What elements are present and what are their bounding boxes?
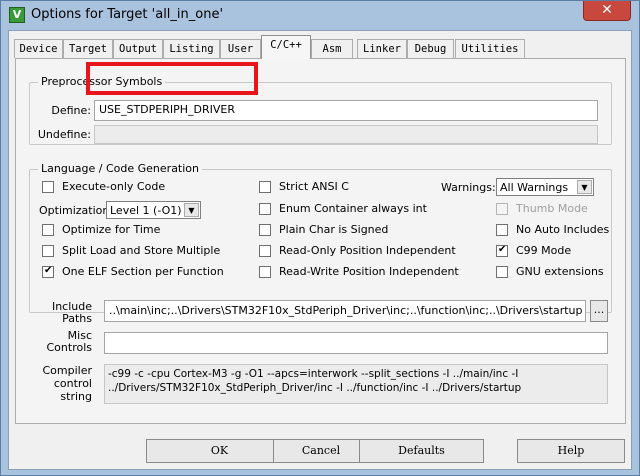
tab-target[interactable]: Target bbox=[63, 39, 113, 58]
define-label: Define: bbox=[51, 104, 91, 117]
enum-container-checkbox[interactable]: Enum Container always int bbox=[259, 201, 439, 217]
close-button[interactable]: ✕ bbox=[583, 1, 631, 21]
execute-only-box[interactable] bbox=[42, 181, 54, 193]
execute-only-checkbox[interactable]: Execute-only Code bbox=[42, 179, 242, 195]
compiler-label-line-1: Compiler bbox=[42, 364, 92, 377]
optimize-time-label: Optimize for Time bbox=[62, 223, 161, 236]
optimization-value: Level 1 (-O1) bbox=[110, 204, 182, 217]
ro-pi-box[interactable] bbox=[259, 245, 271, 257]
enum-container-label: Enum Container always int bbox=[279, 202, 427, 215]
defaults-button[interactable]: Defaults bbox=[359, 439, 484, 463]
chevron-down-icon[interactable]: ▼ bbox=[577, 180, 592, 194]
execute-only-label: Execute-only Code bbox=[62, 180, 166, 193]
tab-c-cpp[interactable]: C/C++ bbox=[261, 35, 311, 59]
strict-ansi-box[interactable] bbox=[259, 181, 271, 193]
plain-char-box[interactable] bbox=[259, 224, 271, 236]
tab-listing[interactable]: Listing bbox=[163, 39, 220, 58]
gnu-extensions-box[interactable] bbox=[496, 266, 508, 278]
tab-asm[interactable]: Asm bbox=[311, 39, 353, 58]
app-icon: V bbox=[9, 7, 25, 23]
language-legend: Language / Code Generation bbox=[38, 162, 203, 175]
undefine-label: Undefine: bbox=[37, 128, 91, 141]
rw-pi-label: Read-Write Position Independent bbox=[279, 265, 459, 278]
tab-output[interactable]: Output bbox=[113, 39, 163, 58]
compiler-line-1: -c99 -c -cpu Cortex-M3 -g -O1 --apcs=int… bbox=[108, 368, 519, 380]
define-input[interactable]: USE_STDPERIPH_DRIVER bbox=[94, 100, 598, 121]
misc-controls-input[interactable] bbox=[104, 332, 608, 354]
plain-char-checkbox[interactable]: Plain Char is Signed bbox=[259, 222, 439, 238]
title-bar[interactable]: V Options for Target 'all_in_one' ✕ bbox=[1, 1, 639, 29]
options-dialog: V Options for Target 'all_in_one' ✕ Devi… bbox=[0, 0, 640, 476]
include-paths-label: Include Paths bbox=[30, 301, 92, 325]
split-load-box[interactable] bbox=[42, 245, 54, 257]
compiler-label-line-2: control bbox=[53, 377, 92, 390]
tab-debug[interactable]: Debug bbox=[407, 39, 454, 58]
help-button[interactable]: Help bbox=[517, 439, 625, 463]
misc-controls-label: Misc Controls bbox=[30, 330, 93, 354]
optimize-time-box[interactable] bbox=[42, 224, 54, 236]
rw-pi-checkbox[interactable]: Read-Write Position Independent bbox=[259, 264, 459, 280]
ok-button[interactable]: OK bbox=[146, 439, 293, 463]
enum-container-box[interactable] bbox=[259, 203, 271, 215]
thumb-mode-checkbox[interactable]: Thumb Mode bbox=[496, 201, 606, 217]
compiler-control-string[interactable]: -c99 -c -cpu Cortex-M3 -g -O1 --apcs=int… bbox=[104, 364, 608, 404]
thumb-mode-box[interactable] bbox=[496, 203, 508, 215]
one-elf-label: One ELF Section per Function bbox=[62, 265, 224, 278]
undefine-input[interactable] bbox=[94, 125, 598, 144]
no-auto-includes-box[interactable] bbox=[496, 224, 508, 236]
ro-pi-label: Read-Only Position Independent bbox=[279, 244, 456, 257]
gnu-extensions-checkbox[interactable]: GNU extensions bbox=[496, 264, 606, 280]
dialog-client: Device Target Output Listing User C/C++ … bbox=[8, 30, 632, 470]
ro-pi-checkbox[interactable]: Read-Only Position Independent bbox=[259, 243, 456, 259]
plain-char-label: Plain Char is Signed bbox=[279, 223, 389, 236]
warnings-label: Warnings: bbox=[441, 181, 496, 194]
split-load-checkbox[interactable]: Split Load and Store Multiple bbox=[42, 243, 242, 259]
thumb-mode-label: Thumb Mode bbox=[516, 202, 588, 215]
browse-include-button[interactable]: ... bbox=[590, 300, 608, 322]
c99-mode-checkbox[interactable]: C99 Mode bbox=[496, 243, 606, 259]
tab-linker[interactable]: Linker bbox=[357, 39, 407, 58]
rw-pi-box[interactable] bbox=[259, 266, 271, 278]
one-elf-box[interactable] bbox=[42, 265, 54, 278]
chevron-down-icon[interactable]: ▼ bbox=[184, 203, 199, 217]
misc-label-line-2: Controls bbox=[46, 341, 93, 354]
compiler-label-line-3: string bbox=[60, 390, 92, 403]
strict-ansi-label: Strict ANSI C bbox=[279, 180, 349, 193]
optimization-select[interactable]: Level 1 (-O1) ▼ bbox=[106, 201, 201, 219]
cancel-button[interactable]: Cancel bbox=[273, 439, 369, 463]
tab-utilities[interactable]: Utilities bbox=[455, 39, 525, 58]
compiler-line-2: ../Drivers/STM32F10x_StdPeriph_Driver/in… bbox=[108, 382, 522, 394]
no-auto-includes-label: No Auto Includes bbox=[516, 223, 610, 236]
window-title: Options for Target 'all_in_one' bbox=[31, 7, 224, 22]
cpp-tab-panel: Preprocessor Symbols Define: USE_STDPERI… bbox=[15, 58, 626, 424]
warnings-select[interactable]: All Warnings ▼ bbox=[496, 178, 594, 196]
c99-mode-box[interactable] bbox=[496, 244, 508, 257]
tab-user[interactable]: User bbox=[220, 39, 261, 58]
warnings-value: All Warnings bbox=[500, 181, 569, 194]
tab-device[interactable]: Device bbox=[14, 39, 63, 58]
no-auto-includes-checkbox[interactable]: No Auto Includes bbox=[496, 222, 610, 238]
compiler-control-label: Compiler control string bbox=[30, 364, 92, 403]
include-label-line-2: Paths bbox=[62, 312, 92, 325]
gnu-extensions-label: GNU extensions bbox=[516, 265, 604, 278]
split-load-label: Split Load and Store Multiple bbox=[62, 244, 221, 257]
include-paths-input[interactable]: ..\main\inc;..\Drivers\STM32F10x_StdPeri… bbox=[104, 300, 586, 322]
strict-ansi-checkbox[interactable]: Strict ANSI C bbox=[259, 179, 439, 195]
optimization-label: Optimization: bbox=[39, 204, 114, 217]
one-elf-checkbox[interactable]: One ELF Section per Function bbox=[42, 264, 242, 280]
c99-mode-label: C99 Mode bbox=[516, 244, 572, 257]
preprocessor-legend: Preprocessor Symbols bbox=[38, 75, 166, 88]
optimize-time-checkbox[interactable]: Optimize for Time bbox=[42, 222, 242, 238]
